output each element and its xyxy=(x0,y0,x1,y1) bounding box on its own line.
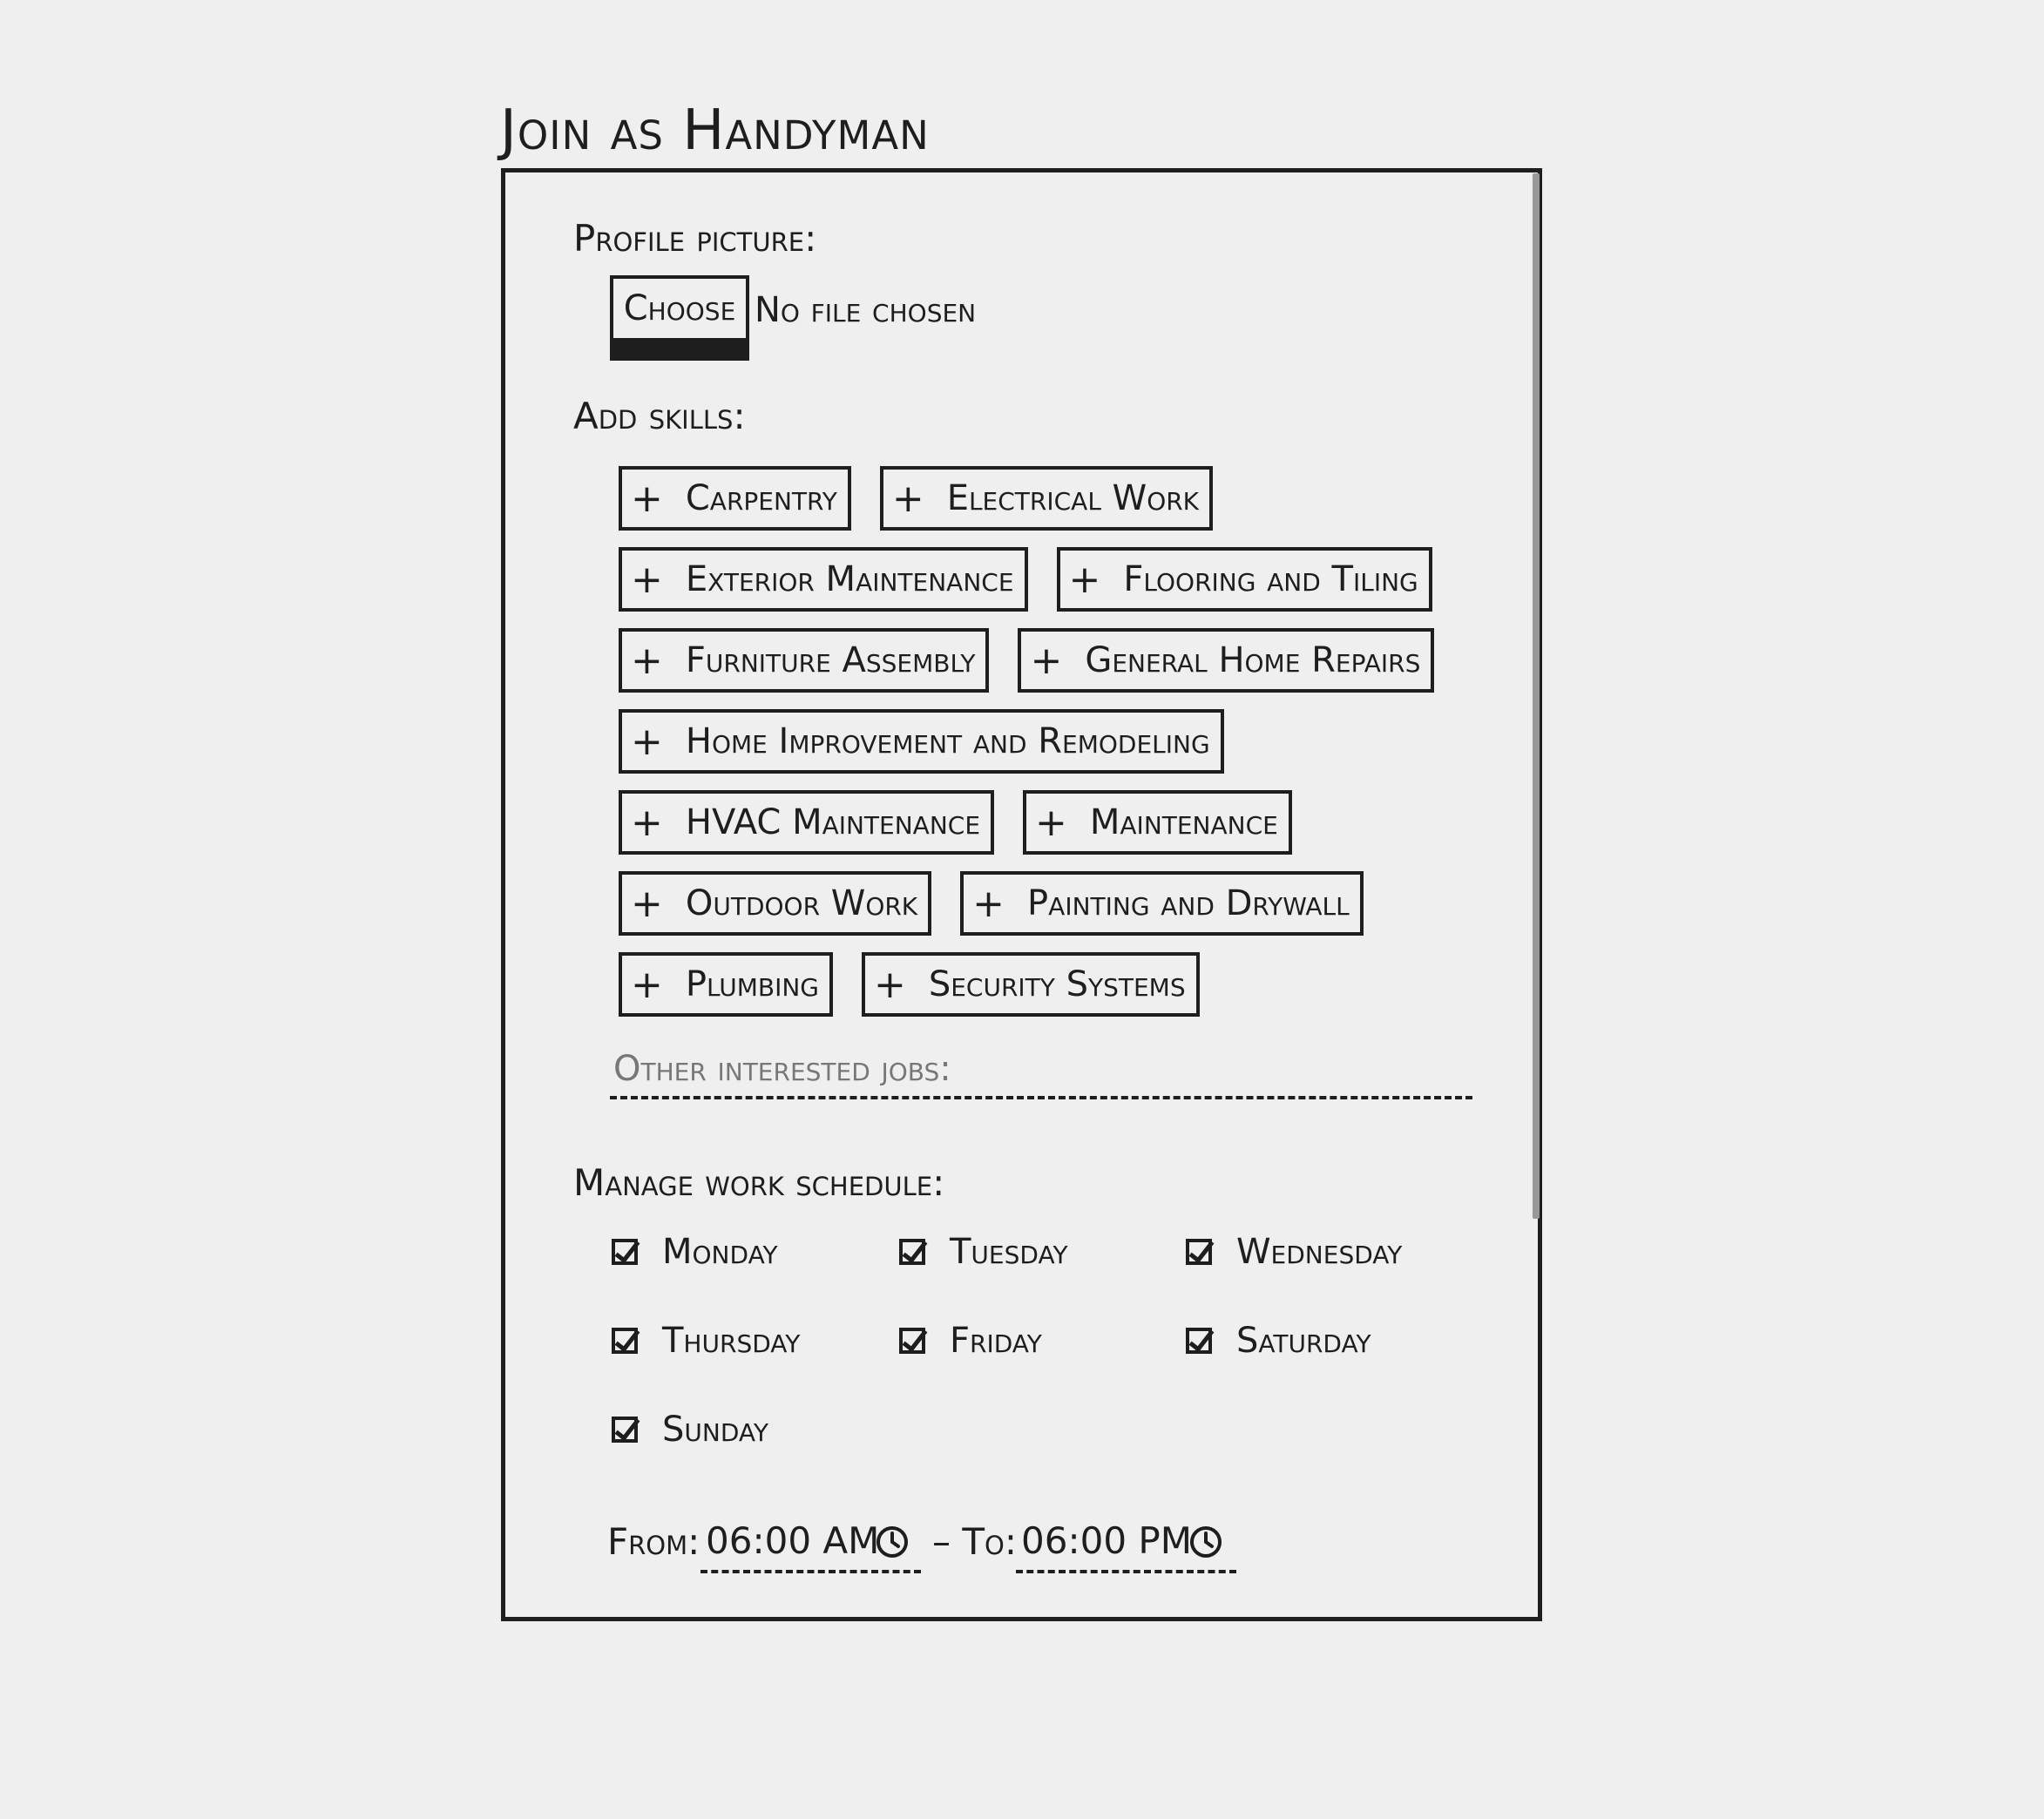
skill-label: Home Improvement and Remodeling xyxy=(685,721,1210,761)
plus-icon: + xyxy=(631,800,663,845)
skill-label: Security Systems xyxy=(928,964,1186,1004)
day-checkbox-tuesday[interactable]: Tuesday xyxy=(899,1232,1068,1272)
day-checkbox-sunday[interactable]: Sunday xyxy=(612,1410,768,1450)
skill-button-maintenance[interactable]: + Maintenance xyxy=(1023,790,1292,855)
clock-icon[interactable] xyxy=(875,1525,910,1559)
day-label: Tuesday xyxy=(950,1232,1068,1272)
skill-button-home-improvement-and-remodeling[interactable]: + Home Improvement and Remodeling xyxy=(619,709,1224,774)
day-checkbox-saturday[interactable]: Saturday xyxy=(1186,1321,1371,1361)
plus-icon: + xyxy=(1035,800,1067,845)
plus-icon: + xyxy=(631,557,663,602)
skill-button-outdoor-work[interactable]: + Outdoor Work xyxy=(619,871,932,936)
manage-schedule-label: Manage work schedule: xyxy=(573,1161,945,1204)
skill-button-painting-and-drywall[interactable]: + Painting and Drywall xyxy=(960,871,1364,936)
day-label: Wednesday xyxy=(1236,1232,1403,1272)
plus-icon: + xyxy=(631,719,663,764)
plus-icon: + xyxy=(891,476,924,521)
day-checkbox-wednesday[interactable]: Wednesday xyxy=(1186,1232,1402,1272)
page-title: Join as Handyman xyxy=(500,98,930,163)
skill-label: Flooring and Tiling xyxy=(1123,559,1418,599)
profile-picture-label: Profile picture: xyxy=(573,217,817,260)
day-checkbox-monday[interactable]: Monday xyxy=(612,1232,778,1272)
skill-button-general-home-repairs[interactable]: + General Home Repairs xyxy=(1018,628,1435,693)
add-skills-label: Add skills: xyxy=(573,395,746,437)
day-label: Saturday xyxy=(1236,1321,1371,1361)
day-label: Sunday xyxy=(662,1410,768,1450)
day-label: Monday xyxy=(662,1232,778,1272)
skill-label: Plumbing xyxy=(685,964,819,1004)
skill-button-furniture-assembly[interactable]: + Furniture Assembly xyxy=(619,628,990,693)
plus-icon: + xyxy=(631,638,663,683)
plus-icon: + xyxy=(1068,557,1101,602)
checkbox-checked-icon[interactable] xyxy=(1186,1239,1212,1265)
skill-button-flooring-and-tiling[interactable]: + Flooring and Tiling xyxy=(1056,547,1432,612)
checkbox-checked-icon[interactable] xyxy=(899,1239,925,1265)
clock-icon[interactable] xyxy=(1188,1525,1223,1559)
skill-button-security-systems[interactable]: + Security Systems xyxy=(861,952,1200,1017)
plus-icon: + xyxy=(1030,638,1063,683)
checkbox-checked-icon[interactable] xyxy=(612,1417,638,1443)
checkbox-checked-icon[interactable] xyxy=(612,1328,638,1354)
skill-button-hvac-maintenance[interactable]: + HVAC Maintenance xyxy=(619,790,995,855)
skill-label: Exterior Maintenance xyxy=(685,559,1014,599)
to-label: – To: xyxy=(932,1520,1017,1563)
skill-label: HVAC Maintenance xyxy=(685,802,981,842)
day-checkbox-friday[interactable]: Friday xyxy=(899,1321,1042,1361)
skill-button-exterior-maintenance[interactable]: + Exterior Maintenance xyxy=(619,547,1028,612)
plus-icon: + xyxy=(873,962,906,1007)
skill-label: General Home Repairs xyxy=(1085,640,1421,680)
day-label: Thursday xyxy=(662,1321,801,1361)
checkbox-checked-icon[interactable] xyxy=(612,1239,638,1265)
plus-icon: + xyxy=(631,962,663,1007)
file-status-text: No file chosen xyxy=(755,290,977,330)
other-jobs-input[interactable] xyxy=(610,1042,1472,1099)
skill-label: Painting and Drywall xyxy=(1027,883,1350,923)
to-time-value: 06:00 PM xyxy=(1021,1519,1192,1562)
day-label: Friday xyxy=(950,1321,1042,1361)
from-label: From: xyxy=(607,1520,701,1563)
skill-label: Electrical Work xyxy=(946,478,1200,518)
skill-label: Outdoor Work xyxy=(685,883,918,923)
from-time-input[interactable]: 06:00 AM xyxy=(701,1514,921,1573)
skill-label: Maintenance xyxy=(1089,802,1278,842)
from-time-value: 06:00 AM xyxy=(706,1519,880,1562)
checkbox-checked-icon[interactable] xyxy=(1186,1328,1212,1354)
skill-button-electrical-work[interactable]: + Electrical Work xyxy=(879,466,1214,531)
choose-file-button[interactable]: Choose xyxy=(610,275,749,361)
to-time-input[interactable]: 06:00 PM xyxy=(1016,1514,1236,1573)
plus-icon: + xyxy=(972,881,1005,926)
plus-icon: + xyxy=(631,476,663,521)
plus-icon: + xyxy=(631,881,663,926)
skill-button-plumbing[interactable]: + Plumbing xyxy=(619,952,833,1017)
checkbox-checked-icon[interactable] xyxy=(899,1328,925,1354)
skills-list: + Carpentry + Electrical Work + Exterior Ma… xyxy=(619,466,1472,1017)
skill-label: Furniture Assembly xyxy=(685,640,976,680)
skill-button-carpentry[interactable]: + Carpentry xyxy=(619,466,851,531)
skill-label: Carpentry xyxy=(685,478,837,518)
day-checkbox-thursday[interactable]: Thursday xyxy=(612,1321,800,1361)
form-scrollbar[interactable] xyxy=(1533,173,1540,1219)
